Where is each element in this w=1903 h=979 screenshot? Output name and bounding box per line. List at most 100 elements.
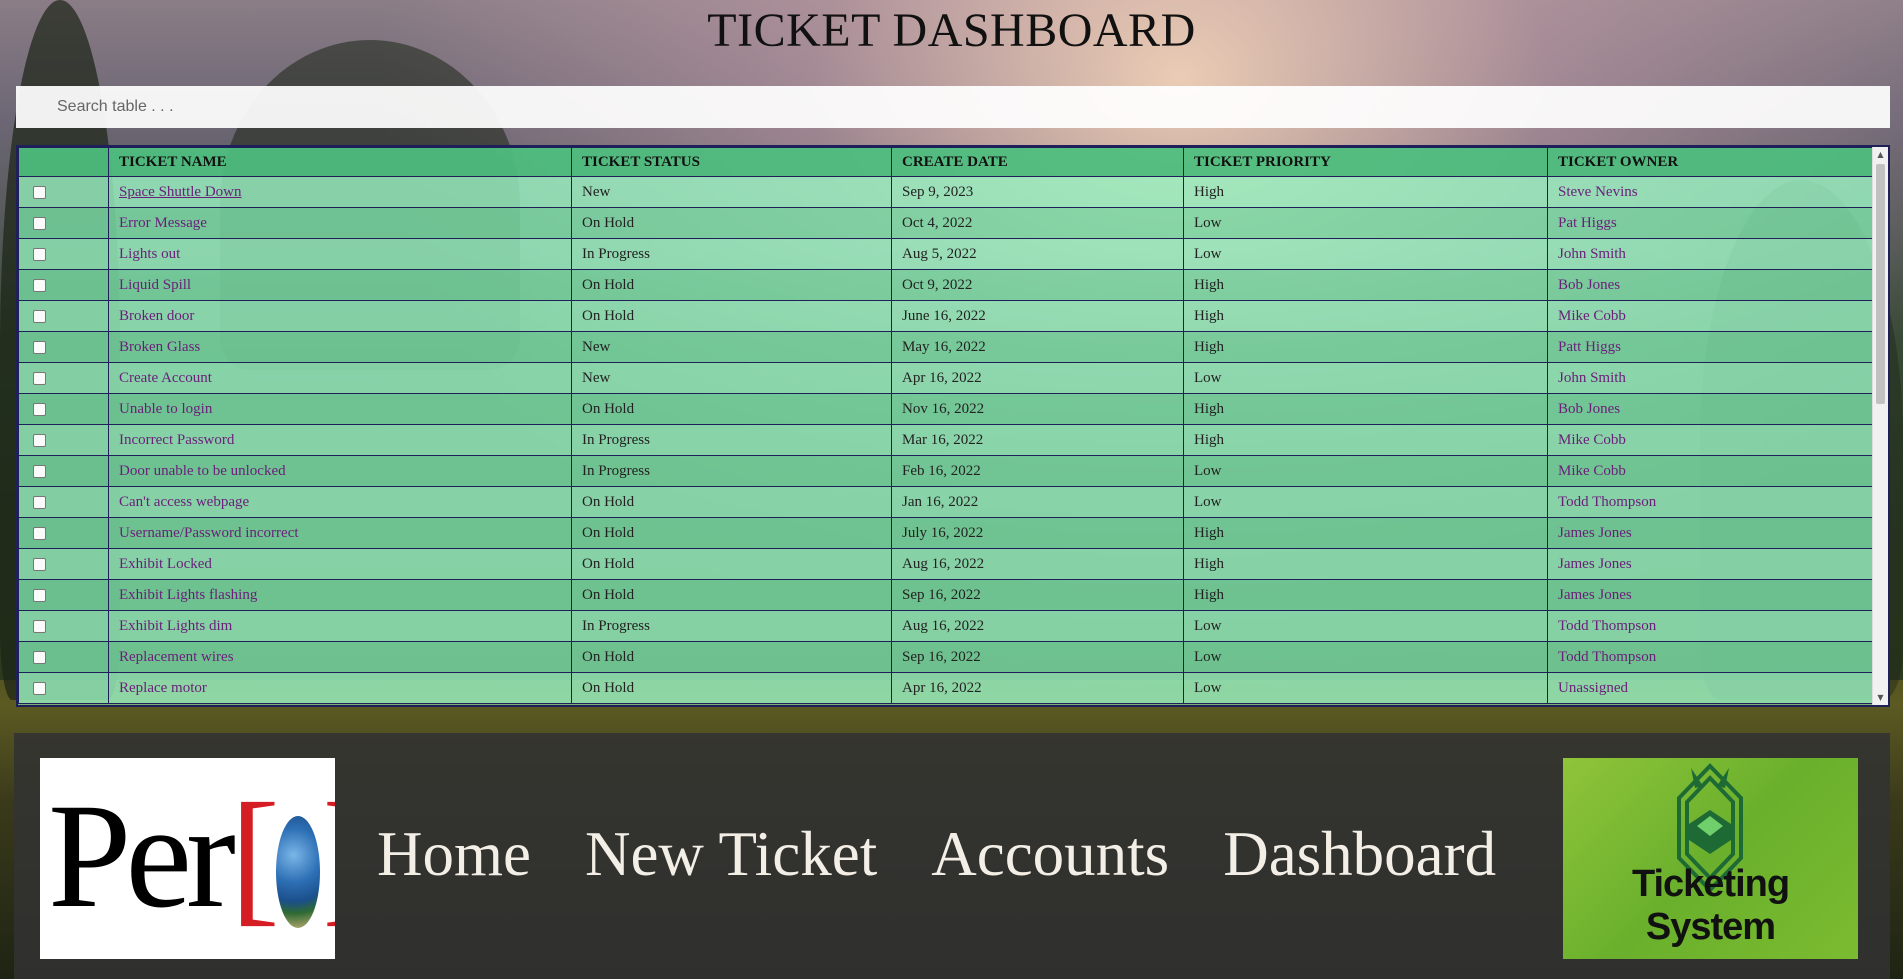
ticket-name-cell[interactable]: Lights out (108, 238, 572, 270)
table-row[interactable]: Exhibit Locked On Hold Aug 16, 2022 High Jam… (18, 548, 1878, 580)
row-checkbox-cell (18, 362, 109, 394)
ticket-priority-cell: High (1183, 300, 1548, 332)
row-checkbox[interactable] (33, 433, 46, 447)
table-row[interactable]: Unable to login On Hold Nov 16, 2022 High Bo… (18, 393, 1878, 425)
ticket-name-cell[interactable]: Can't access webpage (108, 486, 572, 518)
create-date-cell: June 16, 2022 (891, 300, 1184, 332)
perot-logo[interactable]: Per[]t (40, 758, 335, 959)
table-row[interactable]: Incorrect Password In Progress Mar 16, 202… (18, 424, 1878, 456)
row-checkbox[interactable] (33, 495, 46, 509)
table-row[interactable]: Exhibit Lights flashing On Hold Sep 16, 20… (18, 579, 1878, 611)
ticket-name-cell[interactable]: Door unable to be unlocked (108, 455, 572, 487)
row-checkbox[interactable] (33, 464, 46, 478)
create-date-cell: Nov 16, 2022 (891, 393, 1184, 425)
create-date-cell: Aug 16, 2022 (891, 548, 1184, 580)
create-date-cell: May 16, 2022 (891, 331, 1184, 363)
row-checkbox[interactable] (33, 309, 46, 323)
header-ticket-name[interactable]: TICKET NAME (108, 147, 572, 177)
nav-accounts-link[interactable]: Accounts (931, 823, 1169, 886)
ticket-name-cell[interactable]: Replacement wires (108, 641, 572, 673)
row-checkbox[interactable] (33, 588, 46, 602)
ticket-name-cell[interactable]: Broken Glass (108, 331, 572, 363)
ticket-name-cell[interactable]: Exhibit Locked (108, 548, 572, 580)
ticket-status-cell: On Hold (571, 486, 892, 518)
row-checkbox-cell (18, 610, 109, 642)
table-row[interactable]: Lights out In Progress Aug 5, 2022 Low John … (18, 238, 1878, 270)
ticket-name-cell[interactable]: Username/Password incorrect (108, 517, 572, 549)
row-checkbox[interactable] (33, 402, 46, 416)
create-date-cell: July 16, 2022 (891, 517, 1184, 549)
ticket-name-cell[interactable]: Broken door (108, 300, 572, 332)
ticketing-system-logo[interactable]: Ticketing System (1563, 758, 1858, 959)
table-row[interactable]: Door unable to be unlocked In Progress Feb… (18, 455, 1878, 487)
table-row[interactable]: Exhibit Lights dim In Progress Aug 16, 202… (18, 610, 1878, 642)
row-checkbox-cell (18, 269, 109, 301)
row-checkbox[interactable] (33, 216, 46, 230)
header-create-date[interactable]: CREATE DATE (891, 147, 1184, 177)
ticket-name-cell[interactable]: Create Account (108, 362, 572, 394)
ticket-owner-cell: Todd Thompson (1547, 641, 1878, 673)
nav-dashboard-link[interactable]: Dashboard (1223, 823, 1496, 886)
ticket-priority-cell: High (1183, 269, 1548, 301)
nav-home-link[interactable]: Home (377, 823, 531, 886)
row-checkbox[interactable] (33, 185, 46, 199)
row-checkbox[interactable] (33, 247, 46, 261)
ticket-name-cell[interactable]: Replace motor (108, 672, 572, 704)
perot-logo-wordmark: Per[]t (48, 766, 335, 946)
table-row[interactable]: Space Shuttle Down New Sep 9, 2023 High Stev… (18, 176, 1878, 208)
ticket-status-cell: New (571, 362, 892, 394)
row-checkbox[interactable] (33, 340, 46, 354)
ticket-name-cell[interactable]: Error Message (108, 207, 572, 239)
table-row[interactable]: Replacement wires On Hold Sep 16, 2022 Low T… (18, 641, 1878, 673)
ticket-status-cell: New (571, 176, 892, 208)
table-row[interactable]: Error Message On Hold Oct 4, 2022 Low Pat Hi… (18, 207, 1878, 239)
ticket-name-cell[interactable]: Space Shuttle Down (108, 176, 572, 208)
header-ticket-owner[interactable]: TICKET OWNER (1547, 147, 1878, 177)
scroll-thumb[interactable] (1876, 164, 1885, 404)
ticket-priority-cell: Low (1183, 641, 1548, 673)
row-checkbox[interactable] (33, 526, 46, 540)
create-date-cell: Oct 4, 2022 (891, 207, 1184, 239)
ticket-name-cell[interactable]: Incorrect Password (108, 424, 572, 456)
table-row[interactable]: Liquid Spill On Hold Oct 9, 2022 High Bob Jo… (18, 269, 1878, 301)
ticket-priority-cell: Low (1183, 238, 1548, 270)
ticket-priority-cell: High (1183, 517, 1548, 549)
row-checkbox-cell (18, 238, 109, 270)
table-row[interactable]: Create Account New Apr 16, 2022 Low John Smi… (18, 362, 1878, 394)
header-ticket-status[interactable]: TICKET STATUS (571, 147, 892, 177)
ticket-owner-cell: Patt Higgs (1547, 331, 1878, 363)
ticket-owner-cell: Pat Higgs (1547, 207, 1878, 239)
globe-icon (275, 815, 320, 928)
table-row[interactable]: Can't access webpage On Hold Jan 16, 2022 L… (18, 486, 1878, 518)
ticket-status-cell: On Hold (571, 300, 892, 332)
row-checkbox[interactable] (33, 650, 46, 664)
logo-bracket-open: [ (229, 773, 280, 939)
row-checkbox[interactable] (33, 619, 46, 633)
row-checkbox[interactable] (33, 557, 46, 571)
ticket-priority-cell: Low (1183, 362, 1548, 394)
table-scrollbar[interactable]: ▲ ▼ (1872, 147, 1888, 705)
ticket-priority-cell: Low (1183, 486, 1548, 518)
ticket-name-cell[interactable]: Unable to login (108, 393, 572, 425)
row-checkbox[interactable] (33, 278, 46, 292)
row-checkbox-cell (18, 207, 109, 239)
scroll-up-icon[interactable]: ▲ (1873, 147, 1888, 162)
table-row[interactable]: Broken door On Hold June 16, 2022 High Mike … (18, 300, 1878, 332)
ticket-table-container[interactable]: TICKET NAME TICKET STATUS CREATE DATE TI… (16, 145, 1890, 707)
header-ticket-priority[interactable]: TICKET PRIORITY (1183, 147, 1548, 177)
ticket-status-cell: On Hold (571, 548, 892, 580)
scroll-down-icon[interactable]: ▼ (1873, 690, 1888, 705)
search-input[interactable] (16, 86, 1890, 128)
table-row[interactable]: Replace motor On Hold Apr 16, 2022 Low Unass… (18, 672, 1878, 704)
row-checkbox[interactable] (33, 371, 46, 385)
table-row[interactable]: Username/Password incorrect On Hold July 1… (18, 517, 1878, 549)
ticket-name-cell[interactable]: Exhibit Lights dim (108, 610, 572, 642)
create-date-cell: Sep 16, 2022 (891, 641, 1184, 673)
row-checkbox[interactable] (33, 681, 46, 695)
ticket-name-cell[interactable]: Exhibit Lights flashing (108, 579, 572, 611)
create-date-cell: Sep 16, 2022 (891, 579, 1184, 611)
ticket-status-cell: In Progress (571, 424, 892, 456)
ticket-name-cell[interactable]: Liquid Spill (108, 269, 572, 301)
nav-new-ticket-link[interactable]: New Ticket (585, 823, 877, 886)
table-row[interactable]: Broken Glass New May 16, 2022 High Patt Higg… (18, 331, 1878, 363)
